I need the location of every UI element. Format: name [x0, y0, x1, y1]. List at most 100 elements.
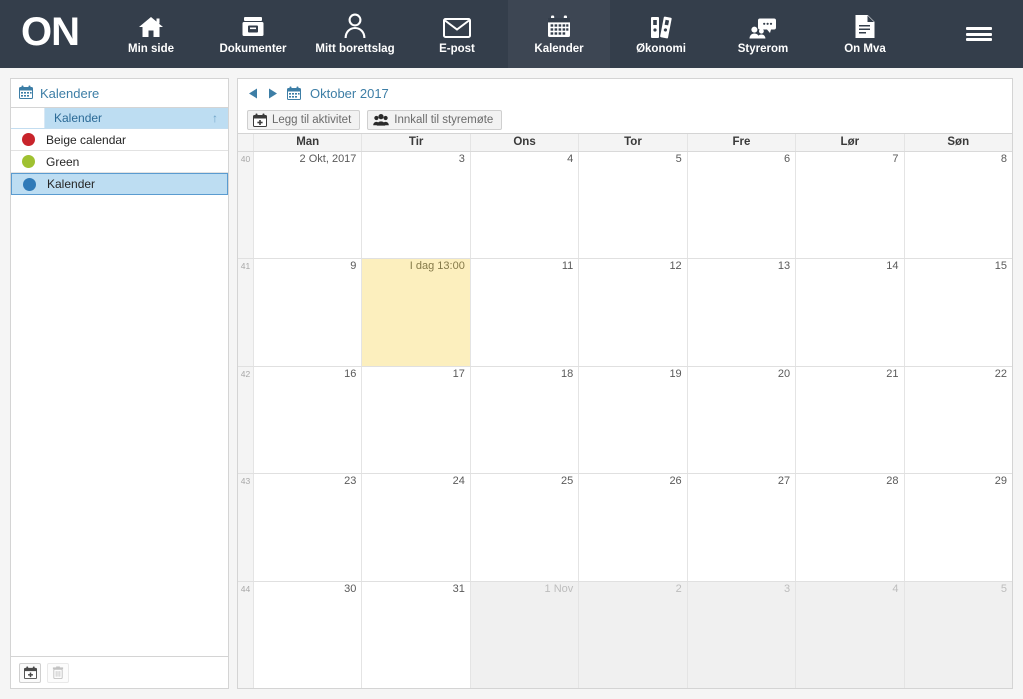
day-number-label: 26 [669, 475, 682, 488]
calendar-day-cell[interactable]: 18 [471, 366, 580, 474]
calendar-plus-icon [253, 113, 267, 127]
page-body: Kalendere Kalender ↑ Beige calendar Green… [0, 68, 1023, 699]
week-number: 43 [238, 474, 254, 581]
calendar-color-cell [11, 151, 45, 172]
nav-item-mitt-borettslag[interactable]: Mitt borettslag [304, 0, 406, 68]
invite-board-meeting-button[interactable]: Innkall til styremøte [367, 110, 503, 130]
nav-item-e-post[interactable]: E-post [406, 0, 508, 68]
calendar-week-row: 41 9 I dag 13:00 11 12 13 14 15 [238, 259, 1012, 367]
nav-item-styrerom[interactable]: Styrerom [712, 0, 814, 68]
add-activity-button[interactable]: Legg til aktivitet [247, 110, 361, 130]
calendar-title: Oktober 2017 [310, 85, 389, 101]
calendar-day-cell[interactable]: 17 [362, 366, 471, 474]
nav-item-dokumenter[interactable]: Dokumenter [202, 0, 304, 68]
calendar-day-cell[interactable]: 13 [688, 259, 797, 366]
calendar-day-cell[interactable]: 19 [579, 366, 688, 474]
calendar-day-cell[interactable]: 6 [688, 152, 797, 259]
day-header-tir: Tir [362, 134, 471, 151]
top-navbar: ON Min side Dokumenter Mitt borettslag E-po… [0, 0, 1023, 68]
next-month-button[interactable] [266, 87, 279, 100]
day-number-label: 13 [777, 260, 791, 273]
calendar-day-cell[interactable]: 3 [687, 581, 797, 689]
add-activity-label: Legg til aktivitet [272, 114, 352, 126]
calendar-week-row: 43 23 24 25 26 27 28 29 [238, 474, 1012, 582]
calendar-day-cell[interactable]: 26 [579, 474, 688, 581]
calendar-day-cell[interactable]: 12 [579, 259, 688, 366]
day-number-label: 27 [777, 475, 791, 488]
hamburger-bar [966, 38, 992, 41]
nav-item-label: On Mva [844, 43, 886, 55]
calendar-icon [547, 13, 571, 39]
day-number-label: 7 [892, 153, 899, 165]
day-number-label: 16 [344, 367, 357, 380]
calendar-day-cell[interactable]: 20 [688, 366, 797, 474]
day-header-lor: Lør [796, 134, 905, 151]
day-number-label: 4 [567, 153, 574, 165]
nav-item-on-mva[interactable]: On Mva [814, 0, 916, 68]
nav-item-økonomi[interactable]: Økonomi [610, 0, 712, 68]
calendar-day-cell[interactable]: 28 [796, 474, 905, 581]
nav-item-label: Kalender [534, 43, 584, 55]
week-number: 44 [238, 581, 254, 689]
calendar-grid: Man Tir Ons Tor Fre Lør Søn 40 2 Okt, 201… [238, 133, 1012, 689]
calendar-day-cell[interactable]: 22 [905, 367, 1012, 473]
day-header-son: Søn [947, 136, 970, 148]
calendar-day-cell[interactable]: 16 [254, 366, 363, 474]
calendar-day-cell[interactable]: 4 [796, 581, 905, 689]
calendar-list-item[interactable]: Kalender [11, 173, 228, 195]
calendar-day-cell[interactable]: 27 [688, 474, 797, 581]
add-calendar-button[interactable] [19, 662, 41, 683]
calendar-day-cell[interactable]: 5 [579, 152, 688, 259]
envelope-icon [443, 13, 471, 39]
week-number-gutter-header [238, 134, 254, 151]
day-number-label: 21 [886, 367, 899, 380]
day-number-label: 25 [561, 475, 574, 488]
chat-group-icon [749, 13, 777, 39]
calendar-day-cell[interactable]: 31 [362, 581, 471, 689]
column-header-name[interactable]: Kalender ↑ [45, 108, 228, 128]
calendar-color-cell [11, 129, 45, 150]
brand-logo[interactable]: ON [0, 0, 100, 68]
calendar-panel: Oktober 2017 Legg til aktivitet Innkall … [237, 78, 1013, 689]
day-number-label: 5 [1000, 582, 1007, 595]
calendar-list-item[interactable]: Beige calendar [11, 129, 228, 151]
calendar-day-cell[interactable]: 1 Nov [470, 581, 580, 689]
calendar-day-cell[interactable]: 5 [904, 581, 1012, 689]
previous-month-button[interactable] [247, 87, 260, 100]
calendar-list-item[interactable]: Green [11, 151, 228, 173]
calendar-day-cell[interactable]: 30 [254, 581, 363, 689]
color-dot-icon [22, 177, 36, 191]
calendars-grid-header: Kalender ↑ [11, 107, 228, 129]
calendar-day-cell[interactable]: 3 [362, 152, 471, 259]
hamburger-menu-icon[interactable] [935, 0, 1023, 68]
nav-item-min-side[interactable]: Min side [100, 0, 202, 68]
sidebar-title: Kalendere [40, 85, 100, 101]
calendar-day-cell[interactable]: 23 [254, 474, 363, 581]
calendar-day-cell[interactable]: 11 [471, 259, 580, 366]
calendar-name-cell: Green [46, 154, 80, 169]
calendar-day-cell[interactable]: 2 Okt, 2017 [254, 152, 363, 259]
calendar-day-cell[interactable]: 21 [796, 366, 905, 474]
calendars-grid: Kalender ↑ Beige calendar Green Kalender [11, 107, 228, 656]
color-dot-icon [21, 155, 35, 168]
day-number-label: 28 [886, 475, 899, 488]
delete-calendar-button[interactable] [47, 662, 69, 683]
calendar-day-cell[interactable]: 14 [796, 259, 905, 366]
calendar-day-cell[interactable]: 7 [796, 152, 905, 259]
calendar-day-cell[interactable]: 9 [254, 259, 363, 366]
calendar-day-cell[interactable]: 24 [362, 474, 471, 581]
nav-item-kalender[interactable]: Kalender [508, 0, 610, 68]
calendar-day-cell[interactable]: 29 [905, 474, 1012, 580]
documents-icon [241, 13, 265, 39]
day-number-label: 20 [777, 367, 791, 380]
calendar-day-cell-today[interactable]: I dag 13:00 [362, 259, 471, 366]
calendar-day-cell[interactable]: 25 [471, 474, 580, 581]
calendar-day-cell[interactable]: 15 [905, 259, 1012, 365]
calendar-day-cell[interactable]: 8 [905, 152, 1012, 258]
calendar-day-cell[interactable]: 4 [471, 152, 580, 259]
calendar-day-cell[interactable]: 2 [579, 581, 688, 689]
day-number-label: 17 [452, 367, 465, 380]
calendar-icon[interactable] [287, 86, 301, 100]
week-number: 42 [238, 366, 254, 474]
calendar-weeks: 40 2 Okt, 2017 3 4 5 6 7 8 41 9 I dag 13:00 11 12 13 1… [238, 152, 1012, 689]
